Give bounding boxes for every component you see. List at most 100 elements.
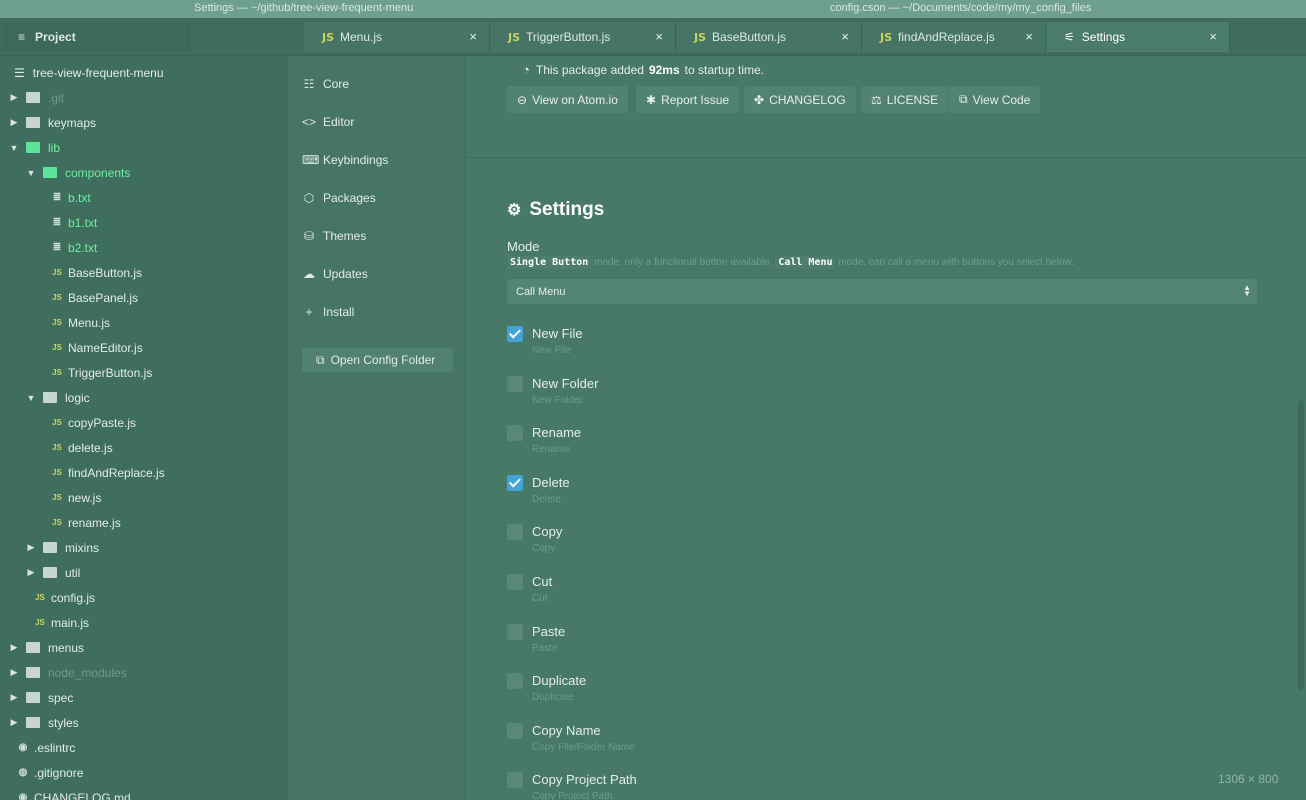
tree-item[interactable]: ≣ b1.txt — [50, 210, 98, 235]
tree-item[interactable]: ▼ lib — [8, 135, 60, 160]
option-description: New File — [532, 345, 571, 356]
tab-settings[interactable]: ⚟ Settings × — [1046, 22, 1230, 52]
option-label[interactable]: Delete — [532, 475, 570, 490]
option-label[interactable]: New File — [532, 326, 583, 341]
tab-label: Menu.js — [340, 30, 383, 44]
option-label[interactable]: Copy Name — [532, 723, 601, 738]
tree-item[interactable]: ▶ spec — [8, 685, 74, 710]
checkbox[interactable] — [507, 474, 523, 491]
option-label[interactable]: New Folder — [532, 376, 598, 391]
chevron-right-icon[interactable]: ▶ — [8, 642, 20, 653]
folder-icon — [43, 567, 57, 578]
tree-item[interactable]: JS findAndReplace.js — [50, 460, 165, 485]
tree-item[interactable]: ▶ util — [25, 560, 81, 585]
checkbox[interactable] — [507, 375, 523, 392]
nav-item-core[interactable]: ☷ Core — [302, 77, 349, 91]
option-label[interactable]: Copy Project Path — [532, 772, 637, 787]
nav-item-packages[interactable]: ⬡ Packages — [302, 191, 376, 205]
tree-item[interactable]: JS NameEditor.js — [50, 335, 143, 360]
tree-item[interactable]: ▼ logic — [25, 385, 90, 410]
tree-item[interactable]: JS TriggerButton.js — [50, 360, 152, 385]
open-config-label: Open Config Folder — [330, 353, 436, 367]
chevron-right-icon[interactable]: ▶ — [8, 667, 20, 678]
checkbox[interactable] — [507, 623, 523, 640]
scrollbar[interactable] — [1298, 400, 1304, 690]
option-label[interactable]: Duplicate — [532, 673, 586, 688]
close-icon[interactable]: × — [655, 29, 663, 44]
settings-nav: ☷ Core <> Editor ⌨ Keybindings ⬡ Packages ⛁ Theme… — [288, 56, 466, 800]
tree-item[interactable]: ≣ b.txt — [50, 185, 91, 210]
option-label[interactable]: Rename — [532, 425, 581, 440]
js-file-icon: JS — [52, 318, 62, 327]
tree-item[interactable]: ≣ b2.txt — [50, 235, 98, 260]
chevron-right-icon[interactable]: ▶ — [8, 92, 20, 103]
tree-item-label: styles — [48, 715, 79, 730]
tab-menu-js[interactable]: JS Menu.js × — [304, 22, 490, 52]
option-label[interactable]: Cut — [532, 574, 552, 589]
tree-item[interactable]: ▶ styles — [8, 710, 79, 735]
chevron-down-icon[interactable]: ▼ — [25, 168, 37, 178]
tree-item[interactable]: ▶ mixins — [25, 535, 99, 560]
tree-item[interactable]: ◉ .eslintrc — [16, 735, 76, 760]
tab-triggerbutton-js[interactable]: JS TriggerButton.js × — [490, 22, 676, 52]
checkbox[interactable] — [507, 425, 523, 442]
chevron-right-icon[interactable]: ▶ — [8, 692, 20, 703]
license-button[interactable]: ⚖ LICENSE — [861, 86, 949, 113]
tree-item[interactable]: ▶ .git — [8, 85, 64, 110]
tree-item[interactable]: JS config.js — [33, 585, 95, 610]
nav-item-themes[interactable]: ⛁ Themes — [302, 229, 366, 243]
option-label[interactable]: Copy — [532, 524, 562, 539]
close-icon[interactable]: × — [1209, 29, 1217, 44]
tree-item[interactable]: ▼ components — [25, 160, 131, 185]
chevron-right-icon[interactable]: ▶ — [25, 567, 37, 578]
tab-basebutton-js[interactable]: JS BaseButton.js × — [676, 22, 862, 52]
tree-item[interactable]: JS rename.js — [50, 510, 121, 535]
changelog-button[interactable]: ✤ CHANGELOG — [744, 86, 856, 113]
nav-item-keybindings[interactable]: ⌨ Keybindings — [302, 153, 388, 167]
window-titlebar: Settings — ~/github/tree-view-frequent-m… — [0, 0, 1306, 18]
checkbox[interactable] — [507, 326, 523, 342]
nav-item-install[interactable]: + Install — [302, 305, 354, 319]
tree-item[interactable]: JS Menu.js — [50, 310, 110, 335]
checkbox[interactable] — [507, 722, 523, 739]
open-config-folder-button[interactable]: ⧉ Open Config Folder — [302, 348, 453, 372]
option-label[interactable]: Paste — [532, 624, 565, 639]
tree-item[interactable]: ▶ menus — [8, 635, 85, 660]
tree-item[interactable]: JS BaseButton.js — [50, 260, 142, 285]
tab-project[interactable]: ≡ Project — [4, 22, 190, 52]
chevron-right-icon[interactable]: ▶ — [8, 117, 20, 128]
nav-item-updates[interactable]: ☁ Updates — [302, 267, 368, 281]
nav-item-label: Install — [323, 305, 355, 319]
chevron-down-icon[interactable]: ▼ — [25, 393, 37, 403]
tree-item[interactable]: ▶ node_modules — [8, 660, 127, 685]
tree-item[interactable]: ◉ CHANGELOG.md — [16, 785, 131, 800]
nav-item-editor[interactable]: <> Editor — [302, 115, 354, 129]
view-on-atom-io-button[interactable]: ⊖ View on Atom.io — [507, 86, 628, 113]
chevron-down-icon[interactable]: ▼ — [8, 143, 20, 153]
tree-item[interactable]: JS main.js — [33, 610, 89, 635]
tab-findandreplace-js[interactable]: JS findAndReplace.js × — [862, 22, 1046, 52]
close-icon[interactable]: × — [469, 29, 477, 44]
view-code-button[interactable]: ⧉ View Code — [949, 86, 1041, 113]
tree-root[interactable]: ☰ tree-view-frequent-menu — [14, 66, 164, 80]
tree-item[interactable]: JS new.js — [50, 485, 101, 510]
checkbox[interactable] — [507, 524, 523, 541]
chevron-right-icon[interactable]: ▶ — [8, 717, 20, 728]
tree-item[interactable]: JS BasePanel.js — [50, 285, 138, 310]
tree-item-label: TriggerButton.js — [68, 365, 153, 380]
tree-item[interactable]: ◍ .gitignore — [16, 760, 84, 785]
checkbox[interactable] — [507, 772, 523, 789]
close-icon[interactable]: × — [1025, 29, 1033, 44]
option-cut: Cut Cut — [507, 571, 907, 611]
tree-item[interactable]: JS copyPaste.js — [50, 410, 136, 435]
tab-label: TriggerButton.js — [526, 30, 611, 44]
chevron-right-icon[interactable]: ▶ — [25, 542, 37, 553]
report-issue-button[interactable]: ✱ Report Issue — [636, 86, 740, 113]
close-icon[interactable]: × — [841, 29, 849, 44]
tree-item[interactable]: ▶ keymaps — [8, 110, 97, 135]
checkbox[interactable] — [507, 574, 523, 590]
tree-item[interactable]: JS delete.js — [50, 435, 113, 460]
mode-select[interactable]: Call Menu ▲ ▼ — [507, 279, 1257, 304]
checkbox[interactable] — [507, 673, 523, 690]
option-description: New Folder — [532, 394, 584, 406]
